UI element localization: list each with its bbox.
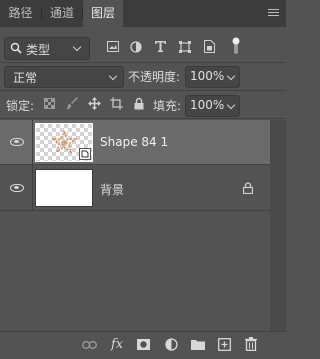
divider: [32, 120, 33, 164]
lock-icon: [243, 182, 253, 194]
fx-icon[interactable]: fx: [111, 337, 123, 352]
tab-channels[interactable]: 通道: [42, 0, 82, 27]
link-layers-icon[interactable]: [82, 341, 97, 349]
shape-filter-icon[interactable]: [179, 41, 191, 53]
chevron-down-icon: [226, 71, 236, 81]
search-icon: [10, 42, 22, 54]
panel-menu-icon[interactable]: [268, 9, 279, 18]
new-layer-icon[interactable]: [218, 338, 231, 351]
type-filter-icon[interactable]: [155, 41, 166, 52]
layer-thumbnail: [35, 169, 93, 207]
delete-layer-icon[interactable]: [245, 337, 257, 351]
chevron-down-icon: [226, 100, 236, 110]
shape-preview: [50, 130, 78, 154]
smart-object-badge-icon: [79, 148, 91, 160]
eye-icon[interactable]: [10, 138, 24, 146]
tab-paths[interactable]: 路径: [0, 0, 41, 27]
layers-scrollbar[interactable]: [270, 120, 286, 331]
lock-label: 锁定:: [6, 99, 35, 113]
adjustment-layer-icon[interactable]: [165, 338, 178, 351]
fill-field[interactable]: 100%: [185, 95, 240, 117]
blend-mode-select[interactable]: 正常: [4, 66, 124, 88]
opacity-value: 100%: [190, 69, 225, 83]
filter-kind-label: 类型: [26, 43, 51, 57]
chevron-down-icon: [72, 42, 82, 52]
divider: [32, 165, 33, 210]
layer-name[interactable]: 背景: [100, 181, 124, 198]
divider: [0, 118, 286, 119]
opacity-field[interactable]: 100%: [185, 66, 240, 88]
divider: [0, 210, 270, 211]
lock-transparent-pixels-icon[interactable]: [44, 98, 55, 109]
pixel-filter-icon[interactable]: [107, 41, 119, 52]
layer-row-background[interactable]: 背景: [0, 165, 270, 210]
fill-value: 100%: [190, 98, 225, 112]
fill-label: 填充:: [153, 99, 182, 113]
layer-row-shape-84-1[interactable]: Shape 84 1: [0, 120, 270, 164]
lock-artboard-icon[interactable]: [110, 97, 123, 110]
add-mask-icon[interactable]: [137, 339, 150, 350]
new-group-icon[interactable]: [191, 339, 205, 350]
divider: [0, 62, 286, 63]
eye-icon[interactable]: [10, 184, 24, 192]
tab-layers[interactable]: 图层: [83, 0, 123, 27]
lock-position-icon[interactable]: [88, 97, 101, 110]
lock-image-pixels-icon[interactable]: [66, 97, 79, 110]
adjustment-filter-icon[interactable]: [130, 41, 142, 53]
layer-filter-kind-select[interactable]: 类型: [4, 37, 90, 60]
chevron-down-icon: [108, 71, 118, 81]
layers-bottom-toolbar: fx: [0, 331, 286, 359]
lock-all-icon[interactable]: [134, 97, 144, 110]
layer-thumbnail: [35, 123, 93, 162]
smart-object-filter-icon[interactable]: [204, 40, 215, 53]
opacity-label: 不透明度:: [128, 70, 181, 84]
layer-name[interactable]: Shape 84 1: [100, 135, 168, 149]
divider: [0, 90, 286, 91]
filter-toggle-icon[interactable]: [232, 37, 240, 54]
blend-mode-value: 正常: [13, 71, 38, 85]
panel-tab-bar: 路径 通道 图层: [0, 0, 286, 27]
